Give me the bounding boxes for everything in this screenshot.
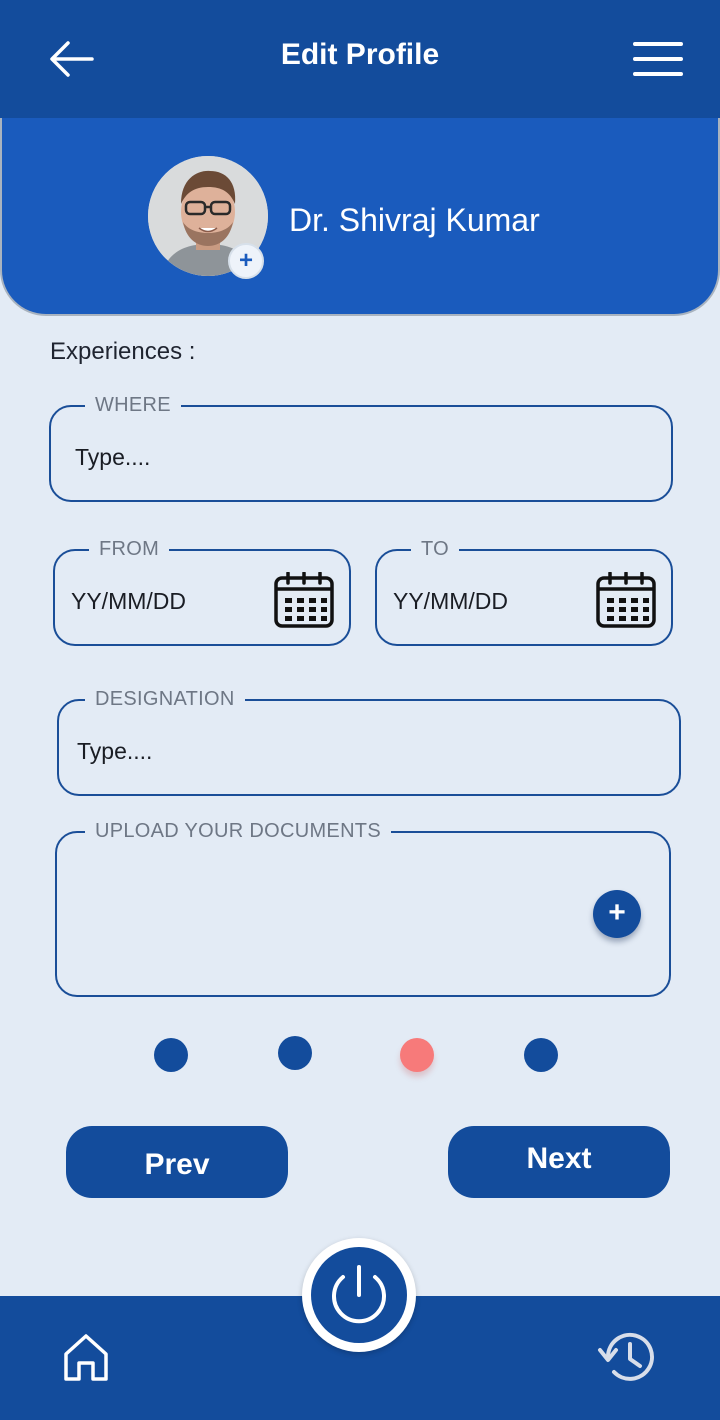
section-label-experiences: Experiences :	[50, 338, 196, 365]
to-date-field[interactable]: TO YY/MM/DD	[375, 538, 673, 646]
designation-input[interactable]: Type....	[77, 738, 152, 765]
avatar-add-button[interactable]: +	[228, 243, 264, 279]
history-icon	[598, 1332, 654, 1381]
to-date-input[interactable]: YY/MM/DD	[393, 588, 508, 615]
designation-field[interactable]: DESIGNATION Type....	[57, 688, 681, 796]
designation-label: DESIGNATION	[85, 688, 245, 711]
step-dot-1[interactable]	[154, 1038, 188, 1072]
hamburger-menu-icon	[633, 42, 683, 76]
step-dot-4[interactable]	[524, 1038, 558, 1072]
calendar-icon[interactable]	[596, 572, 656, 628]
where-input[interactable]: Type....	[75, 444, 150, 471]
step-dot-2[interactable]	[278, 1036, 312, 1070]
to-label: TO	[411, 538, 460, 561]
where-label: WHERE	[85, 394, 181, 417]
upload-label: UPLOAD YOUR DOCUMENTS	[85, 820, 391, 843]
page-title: Edit Profile	[280, 38, 440, 71]
step-dot-3-active[interactable]	[400, 1038, 434, 1072]
menu-button[interactable]	[630, 40, 686, 80]
upload-add-button[interactable]: +	[593, 890, 641, 938]
profile-header-card: + Dr. Shivraj Kumar	[0, 118, 720, 316]
home-button[interactable]	[62, 1332, 110, 1382]
power-button[interactable]	[311, 1247, 407, 1343]
history-button[interactable]	[596, 1330, 656, 1386]
upload-documents-field[interactable]: UPLOAD YOUR DOCUMENTS +	[55, 820, 671, 997]
prev-button[interactable]: Prev	[66, 1126, 288, 1198]
calendar-icon[interactable]	[274, 572, 334, 628]
from-date-input[interactable]: YY/MM/DD	[71, 588, 186, 615]
from-label: FROM	[89, 538, 170, 561]
top-app-bar: Edit Profile	[0, 0, 720, 118]
profile-name: Dr. Shivraj Kumar	[289, 202, 540, 238]
power-icon	[332, 1265, 386, 1324]
from-date-field[interactable]: FROM YY/MM/DD	[53, 538, 351, 646]
home-icon	[64, 1334, 108, 1381]
next-button[interactable]: Next	[448, 1126, 670, 1198]
where-field[interactable]: WHERE Type....	[49, 394, 673, 502]
